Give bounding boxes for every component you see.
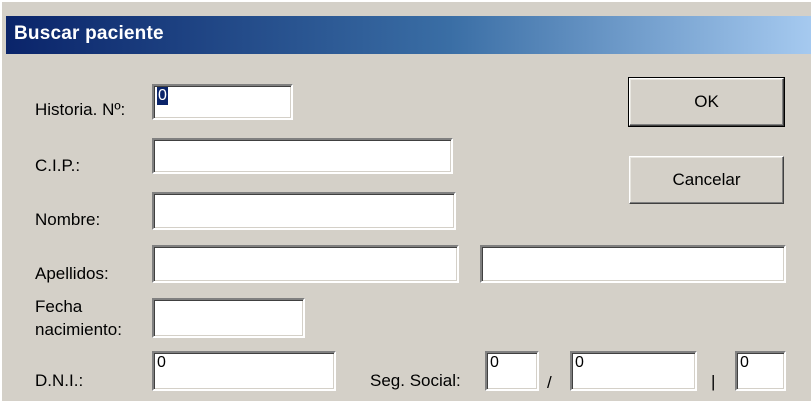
- historia-number-field[interactable]: 0: [152, 84, 293, 120]
- seg-social-label: Seg. Social:: [370, 371, 461, 390]
- seg-social-separator-2: |: [711, 372, 716, 391]
- fecha-label-line1: Fecha: [35, 297, 83, 316]
- ok-button[interactable]: OK: [628, 77, 785, 127]
- seg-social-value-1: 0: [490, 354, 499, 371]
- seg-social-field-1[interactable]: 0: [485, 351, 539, 391]
- seg-social-separator-1: /: [547, 373, 552, 392]
- cancel-button-label: Cancelar: [672, 170, 741, 189]
- historia-label: Historia. Nº:: [35, 100, 126, 119]
- nombre-label: Nombre:: [35, 210, 101, 229]
- cip-label: C.I.P.:: [35, 156, 81, 175]
- seg-social-value-2: 0: [575, 354, 584, 371]
- fecha-label-line2: nacimiento:: [35, 320, 122, 339]
- seg-social-value-3: 0: [740, 354, 749, 371]
- dni-field[interactable]: 0: [152, 351, 336, 391]
- nombre-field[interactable]: [152, 192, 456, 230]
- search-patient-dialog: Buscar paciente Historia. Nº: 0 C.I.P.: …: [0, 0, 811, 401]
- title-bar[interactable]: Buscar paciente: [6, 16, 811, 54]
- seg-social-field-3[interactable]: 0: [735, 351, 786, 391]
- apellido2-field[interactable]: [480, 245, 786, 283]
- ok-button-label: OK: [694, 92, 719, 111]
- dialog-title: Buscar paciente: [14, 23, 164, 44]
- dni-label: D.N.I.:: [35, 371, 84, 390]
- historia-value: 0: [157, 87, 168, 105]
- seg-social-field-2[interactable]: 0: [570, 351, 697, 391]
- apellidos-label: Apellidos:: [35, 264, 109, 283]
- dni-value: 0: [157, 354, 166, 371]
- apellido1-field[interactable]: [152, 245, 459, 283]
- cancel-button[interactable]: Cancelar: [629, 156, 784, 204]
- cip-field[interactable]: [152, 138, 453, 174]
- fecha-nacimiento-field[interactable]: [152, 298, 305, 338]
